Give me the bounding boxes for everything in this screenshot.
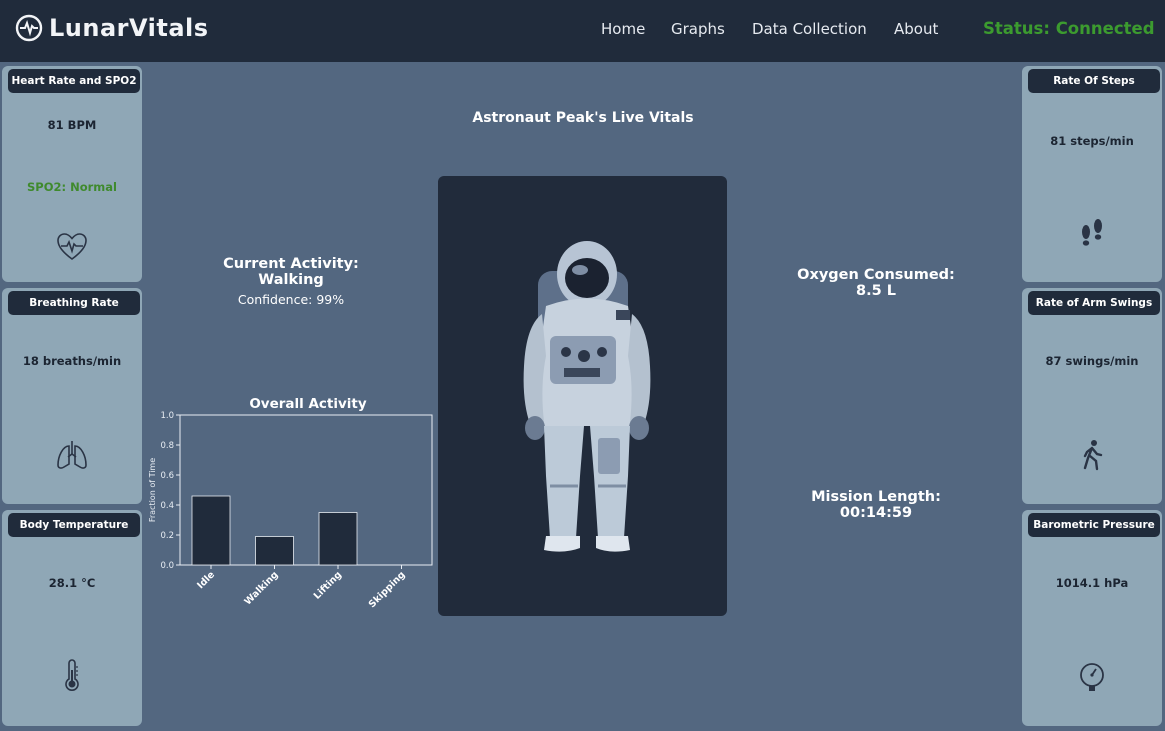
astronaut-figure-panel: [438, 176, 727, 616]
activity-label: Current Activity:: [223, 256, 359, 272]
steps-rate-value: 81 steps/min: [1050, 134, 1134, 148]
x-tick-label-lifting: Lifting: [312, 569, 344, 601]
y-tick-label: 0.6: [160, 471, 174, 481]
heart-rate-card: Heart Rate and SPO2 81 BPM SPO2: Normal: [2, 66, 142, 282]
top-navbar: LunarVitals Home Graphs Data Collection …: [0, 0, 1165, 62]
mission-label: Mission Length:: [811, 489, 941, 505]
y-tick-label: 1.0: [160, 411, 174, 421]
thermometer-icon: [65, 659, 79, 691]
oxygen-consumed: Oxygen Consumed: 8.5 L: [760, 267, 992, 299]
card-title: Body Temperature: [8, 513, 140, 537]
card-title: Breathing Rate: [8, 291, 140, 315]
arm-swings-card: Rate of Arm Swings 87 swings/min: [1022, 288, 1162, 504]
nav-data-collection[interactable]: Data Collection: [752, 20, 867, 38]
x-tick-label-skipping: Skipping: [367, 569, 408, 610]
y-tick-label: 0.4: [160, 501, 174, 511]
app-logo[interactable]: LunarVitals: [15, 14, 209, 42]
mission-value: 00:14:59: [839, 505, 913, 521]
y-tick-label: 0.8: [160, 441, 174, 451]
activity-confidence: Confidence: 99%: [237, 292, 345, 307]
nav-home[interactable]: Home: [601, 20, 645, 38]
x-tick-label-walking: Walking: [242, 569, 280, 607]
arm-swings-value: 87 swings/min: [1045, 354, 1139, 368]
card-title: Barometric Pressure: [1028, 513, 1160, 537]
footprints-icon: [1082, 219, 1102, 246]
body-temperature-value: 28.1 °C: [48, 576, 96, 590]
oxygen-label: Oxygen Consumed:: [797, 267, 955, 283]
y-tick-label: 0.0: [160, 561, 174, 571]
y-tick-label: 0.2: [160, 531, 174, 541]
card-title: Rate of Arm Swings: [1028, 291, 1160, 315]
pressure-gauge-icon: [1080, 663, 1104, 691]
breathing-rate-value: 18 breaths/min: [22, 354, 122, 368]
barometric-pressure-value: 1014.1 hPa: [1055, 576, 1129, 590]
body-temperature-card: Body Temperature 28.1 °C: [2, 510, 142, 726]
x-tick-label-idle: Idle: [195, 569, 217, 591]
app-name: LunarVitals: [49, 14, 209, 42]
card-title: Heart Rate and SPO2: [8, 69, 140, 93]
lungs-icon: [57, 441, 87, 469]
oxygen-value: 8.5 L: [856, 283, 896, 299]
page-title: Astronaut Peak's Live Vitals: [472, 110, 694, 126]
spo2-status: SPO2: Normal: [27, 180, 117, 194]
breathing-rate-card: Breathing Rate 18 breaths/min: [2, 288, 142, 504]
walking-person-icon: [1083, 440, 1103, 471]
nav-about[interactable]: About: [894, 20, 938, 38]
heart-pulse-icon: [57, 233, 87, 260]
bar-walking: [255, 536, 294, 566]
bar-idle: [191, 495, 231, 566]
mission-length: Mission Length: 00:14:59: [760, 489, 992, 521]
barometric-pressure-card: Barometric Pressure 1014.1 hPa: [1022, 510, 1162, 726]
heart-rate-value: 81 BPM: [47, 118, 97, 132]
y-axis-label: Fraction of Time: [148, 458, 157, 522]
current-activity: Current Activity: Walking Confidence: 99…: [200, 256, 382, 307]
logo-icon: [15, 14, 43, 42]
overall-activity-chart: 0.0 0.2 0.4 0.6 0.8 1.0 Fraction of Time Idle Wa…: [148, 411, 433, 610]
connection-status: Status: Connected: [983, 19, 1155, 38]
nav-graphs[interactable]: Graphs: [671, 20, 725, 38]
activity-value: Walking: [258, 272, 324, 288]
steps-rate-card: Rate Of Steps 81 steps/min: [1022, 66, 1162, 282]
astronaut-image: [523, 241, 651, 552]
card-title: Rate Of Steps: [1028, 69, 1160, 93]
bar-lifting: [318, 512, 358, 566]
